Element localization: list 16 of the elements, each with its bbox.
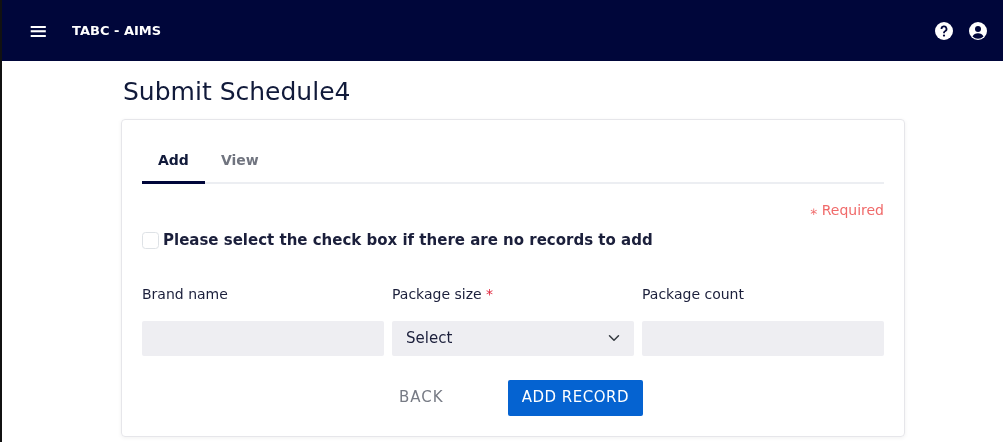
page-title: Submit Schedule4: [123, 77, 352, 107]
app-title: TABC - AIMS: [72, 21, 162, 40]
select-field[interactable]: Select: [392, 320, 634, 356]
checkbox-label: Please select the check box if there are no records to add: [163, 230, 653, 251]
field-label: Package count: [642, 284, 745, 304]
user-icon[interactable]: [969, 21, 987, 40]
menu-icon[interactable]: ≡: [28, 18, 49, 43]
add-record-button[interactable]: ADD RECORD: [507, 379, 643, 416]
field-label: Brand name: [142, 284, 229, 304]
required-note: ⁎ Required: [810, 201, 884, 220]
back-button[interactable]: BACK: [383, 379, 460, 416]
help-icon[interactable]: [935, 21, 953, 40]
select-label: Package size *: [392, 284, 495, 304]
tab[interactable]: Add: [142, 142, 205, 184]
tab[interactable]: View: [204, 142, 275, 184]
checkbox[interactable]: [142, 231, 159, 249]
